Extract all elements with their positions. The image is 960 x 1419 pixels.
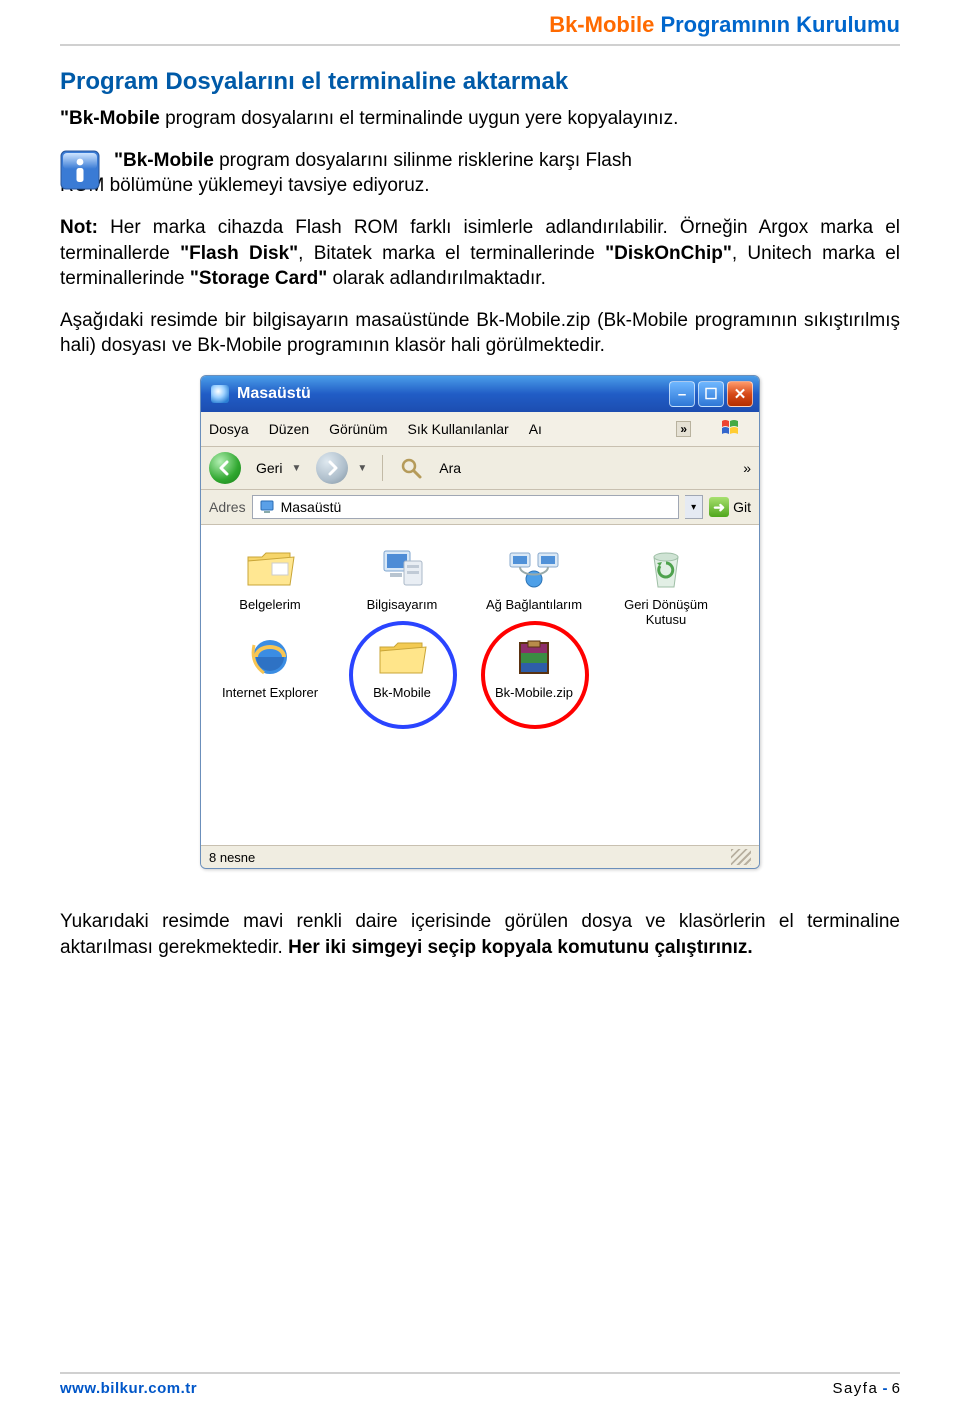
back-button[interactable] xyxy=(209,452,241,484)
resize-grip-icon[interactable] xyxy=(731,849,751,865)
address-bar: Adres Masaüstü ▾ ➜ Git xyxy=(201,490,759,525)
desktop-icon-bkmobile-folder[interactable]: Bk-Mobile xyxy=(347,633,457,700)
note-b2: "DiskOnChip" xyxy=(605,243,732,264)
p1-rest: program dosyalarını el terminalinde uygu… xyxy=(160,108,679,129)
toolbar-overflow[interactable]: » xyxy=(743,460,751,476)
desktop-icon-recyclebin[interactable]: Geri Dönüşüm Kutusu xyxy=(611,545,721,627)
maximize-button[interactable]: ☐ xyxy=(698,381,724,407)
icon-label: Ağ Bağlantılarım xyxy=(479,597,589,612)
info-bold: "Bk-Mobile xyxy=(114,150,214,171)
address-desktop-icon xyxy=(259,499,275,515)
footer-page: Sayfa - 6 xyxy=(832,1380,900,1397)
paragraph-3: Yukarıdaki resimde mavi renkli daire içe… xyxy=(60,909,900,960)
folder-documents-icon xyxy=(242,545,298,593)
statusbar: 8 nesne xyxy=(201,845,759,868)
back-dropdown-icon[interactable]: ▼ xyxy=(291,463,301,474)
icon-label: Bk-Mobile.zip xyxy=(479,685,589,700)
note-prefix: Not: xyxy=(60,217,98,238)
menu-file[interactable]: Dosya xyxy=(209,421,249,437)
desktop-icon-mycomputer[interactable]: Bilgisayarım xyxy=(347,545,457,627)
icon-label: Bilgisayarım xyxy=(347,597,457,612)
paragraph-1: "Bk-Mobile program dosyalarını el termin… xyxy=(60,106,900,132)
menu-view[interactable]: Görünüm xyxy=(329,421,387,437)
info-rest1: program dosyalarını silinme risklerine k… xyxy=(214,150,632,171)
desktop-icon-ie[interactable]: Internet Explorer xyxy=(215,633,325,700)
toolbar: Geri ▼ ▼ Ara » xyxy=(201,447,759,490)
header-orange: Bk-Mobile xyxy=(549,12,654,37)
titlebar: Masaüstü – ☐ ✕ xyxy=(201,376,759,412)
p3-bold: Her iki simgeyi seçip kopyala komutunu ç… xyxy=(288,937,753,958)
footer-url: www.bilkur.com.tr xyxy=(60,1380,197,1397)
note-b3: "Storage Card" xyxy=(190,268,327,289)
menu-overflow[interactable]: » xyxy=(676,421,691,437)
window-icon xyxy=(211,385,229,403)
desktop-icon-network[interactable]: Ağ Bağlantılarım xyxy=(479,545,589,627)
network-icon xyxy=(506,545,562,593)
status-text: 8 nesne xyxy=(209,850,255,865)
explorer-window: Masaüstü – ☐ ✕ Dosya Düzen Görünüm Sık K… xyxy=(200,375,760,869)
windows-logo-icon xyxy=(717,416,751,442)
info-line2: ROM bölümüne yüklemeyi tavsiye ediyoruz. xyxy=(60,175,430,196)
header-title: Bk-Mobile Programının Kurulumu xyxy=(60,12,900,42)
info-block: "Bk-Mobile program dosyalarını silinme r… xyxy=(60,148,900,199)
desktop-icon-mydocuments[interactable]: Belgelerim xyxy=(215,545,325,627)
address-label: Adres xyxy=(209,499,246,515)
toolbar-separator xyxy=(382,455,383,481)
go-button[interactable]: ➜ Git xyxy=(709,497,751,517)
go-label: Git xyxy=(733,499,751,515)
note-b1: "Flash Disk" xyxy=(180,243,298,264)
forward-button[interactable] xyxy=(316,452,348,484)
address-input[interactable]: Masaüstü xyxy=(252,495,680,519)
back-label[interactable]: Geri xyxy=(256,460,282,476)
footer: www.bilkur.com.tr Sayfa - 6 xyxy=(60,1364,900,1397)
ie-icon xyxy=(242,633,298,681)
menu-tools[interactable]: Aı xyxy=(529,421,542,437)
icon-label: Internet Explorer xyxy=(215,685,325,700)
go-arrow-icon: ➜ xyxy=(709,497,729,517)
address-dropdown-icon[interactable]: ▾ xyxy=(685,495,703,519)
header-blue: Programının Kurulumu xyxy=(660,12,900,37)
icon-label: Geri Dönüşüm Kutusu xyxy=(611,597,721,627)
icon-label: Belgelerim xyxy=(215,597,325,612)
window-title: Masaüstü xyxy=(237,385,669,403)
header-divider xyxy=(60,44,900,46)
p1-bold: "Bk-Mobile xyxy=(60,108,160,129)
search-icon[interactable] xyxy=(398,455,424,481)
folder-icon xyxy=(374,633,430,681)
content-pane: Belgelerim xyxy=(201,525,759,845)
computer-icon xyxy=(374,545,430,593)
menubar: Dosya Düzen Görünüm Sık Kullanılanlar Aı… xyxy=(201,412,759,447)
address-value: Masaüstü xyxy=(281,499,342,515)
desktop-icon-bkmobile-zip[interactable]: Bk-Mobile.zip xyxy=(479,633,589,700)
note-paragraph: Not: Her marka cihazda Flash ROM farklı … xyxy=(60,215,900,292)
minimize-button[interactable]: – xyxy=(669,381,695,407)
page-dash: - xyxy=(882,1380,887,1397)
page-label: Sayfa xyxy=(832,1380,878,1397)
icon-label: Bk-Mobile xyxy=(347,685,457,700)
page-number: 6 xyxy=(892,1380,900,1397)
info-icon xyxy=(60,150,100,190)
forward-dropdown-icon[interactable]: ▼ xyxy=(357,463,367,474)
note-b: , Bitatek marka el terminallerinde xyxy=(298,243,605,264)
note-d: olarak adlandırılmaktadır. xyxy=(327,268,546,289)
menu-edit[interactable]: Düzen xyxy=(269,421,309,437)
zip-archive-icon xyxy=(506,633,562,681)
paragraph-2: Aşağıdaki resimde bir bilgisayarın masaü… xyxy=(60,308,900,359)
search-label[interactable]: Ara xyxy=(439,460,461,476)
footer-divider xyxy=(60,1372,900,1374)
recycle-bin-icon xyxy=(638,545,694,593)
section-heading: Program Dosyalarını el terminaline aktar… xyxy=(60,68,900,96)
menu-favorites[interactable]: Sık Kullanılanlar xyxy=(408,421,509,437)
close-button[interactable]: ✕ xyxy=(727,381,753,407)
